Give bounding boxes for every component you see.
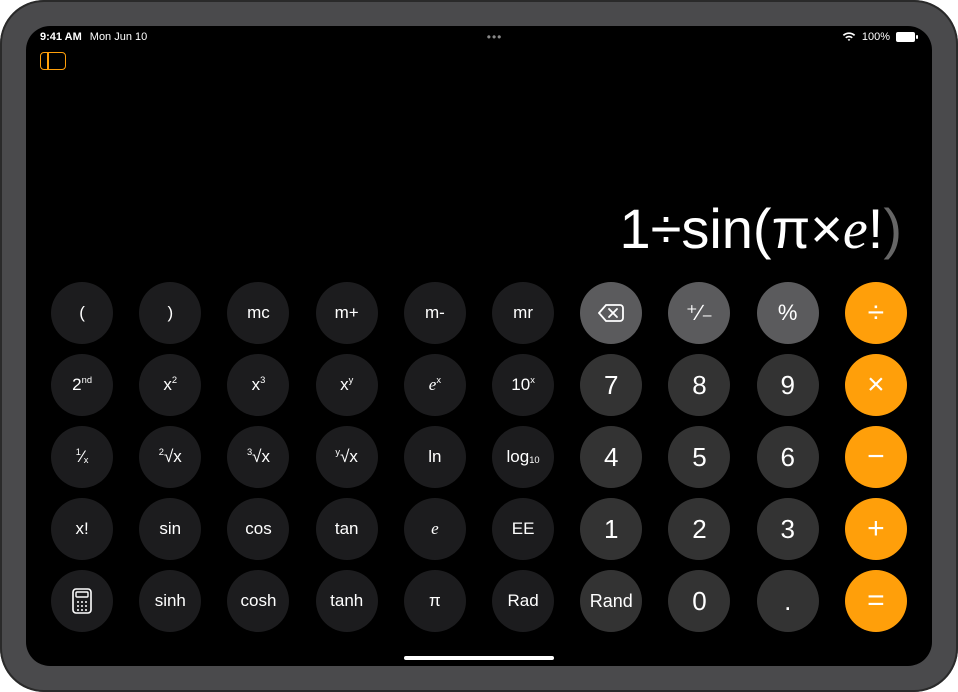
ln-button[interactable]: ln	[404, 426, 466, 488]
tan-button[interactable]: tan	[316, 498, 378, 560]
rad-button[interactable]: Rad	[492, 570, 554, 632]
cosh-button[interactable]: cosh	[227, 570, 289, 632]
e-constant-button[interactable]: e	[404, 498, 466, 560]
status-date: Mon Jun 10	[90, 31, 147, 43]
x-power-y-button[interactable]: xy	[316, 354, 378, 416]
display-e: e	[843, 199, 868, 261]
calc-mode-button[interactable]	[51, 570, 113, 632]
ten-power-x-button[interactable]: 10x	[492, 354, 554, 416]
display-part-1: 1÷sin(π×	[619, 197, 842, 260]
pi-button[interactable]: π	[404, 570, 466, 632]
ee-button[interactable]: EE	[492, 498, 554, 560]
battery-icon	[896, 32, 918, 42]
x-cubed-button[interactable]: x3	[227, 354, 289, 416]
divide-button[interactable]: ÷	[845, 282, 907, 344]
digit-9-button[interactable]: 9	[757, 354, 819, 416]
status-center-dots: •••	[487, 30, 503, 44]
memory-plus-button[interactable]: m+	[316, 282, 378, 344]
memory-recall-button[interactable]: mr	[492, 282, 554, 344]
plus-button[interactable]: +	[845, 498, 907, 560]
status-time: 9:41 AM	[40, 31, 82, 43]
y-root-x-button[interactable]: y√x	[316, 426, 378, 488]
percent-button[interactable]: %	[757, 282, 819, 344]
cos-button[interactable]: cos	[227, 498, 289, 560]
calculator-icon	[72, 588, 92, 614]
home-indicator[interactable]	[404, 656, 554, 660]
sin-button[interactable]: sin	[139, 498, 201, 560]
wifi-icon	[842, 32, 856, 42]
e-power-x-button[interactable]: ex	[404, 354, 466, 416]
keypad: ( ) mc m+ m- mr ⁺∕₋ % ÷ 2nd x2 x3 xy ex …	[26, 282, 932, 666]
digit-8-button[interactable]: 8	[668, 354, 730, 416]
expression-display: 1÷sin(π×e!)	[619, 196, 902, 262]
factorial-button[interactable]: x!	[51, 498, 113, 560]
status-bar: 9:41 AM Mon Jun 10 ••• 100%	[26, 26, 932, 44]
x-squared-button[interactable]: x2	[139, 354, 201, 416]
digit-1-button[interactable]: 1	[580, 498, 642, 560]
digit-2-button[interactable]: 2	[668, 498, 730, 560]
screen: 9:41 AM Mon Jun 10 ••• 100% 1÷sin(π×e!)	[26, 26, 932, 666]
plus-minus-button[interactable]: ⁺∕₋	[668, 282, 730, 344]
ipad-frame: 9:41 AM Mon Jun 10 ••• 100% 1÷sin(π×e!)	[0, 0, 958, 692]
decimal-button[interactable]: .	[757, 570, 819, 632]
sidebar-toggle-icon[interactable]	[40, 52, 66, 70]
equals-button[interactable]: =	[845, 570, 907, 632]
digit-3-button[interactable]: 3	[757, 498, 819, 560]
display-bang: !	[868, 197, 884, 260]
display-area: 1÷sin(π×e!)	[26, 74, 932, 282]
multiply-button[interactable]: ×	[845, 354, 907, 416]
digit-4-button[interactable]: 4	[580, 426, 642, 488]
digit-7-button[interactable]: 7	[580, 354, 642, 416]
backspace-icon	[598, 303, 624, 323]
backspace-button[interactable]	[580, 282, 642, 344]
digit-0-button[interactable]: 0	[668, 570, 730, 632]
log10-button[interactable]: log10	[492, 426, 554, 488]
display-close-paren: )	[883, 197, 902, 260]
inverse-x-button[interactable]: 1⁄x	[51, 426, 113, 488]
digit-5-button[interactable]: 5	[668, 426, 730, 488]
second-button[interactable]: 2nd	[51, 354, 113, 416]
right-paren-button[interactable]: )	[139, 282, 201, 344]
sinh-button[interactable]: sinh	[139, 570, 201, 632]
top-bar	[26, 44, 932, 74]
tanh-button[interactable]: tanh	[316, 570, 378, 632]
status-battery-text: 100%	[862, 31, 890, 43]
rand-button[interactable]: Rand	[580, 570, 642, 632]
digit-6-button[interactable]: 6	[757, 426, 819, 488]
minus-button[interactable]: −	[845, 426, 907, 488]
memory-minus-button[interactable]: m-	[404, 282, 466, 344]
square-root-button[interactable]: 2√x	[139, 426, 201, 488]
memory-clear-button[interactable]: mc	[227, 282, 289, 344]
cube-root-button[interactable]: 3√x	[227, 426, 289, 488]
left-paren-button[interactable]: (	[51, 282, 113, 344]
